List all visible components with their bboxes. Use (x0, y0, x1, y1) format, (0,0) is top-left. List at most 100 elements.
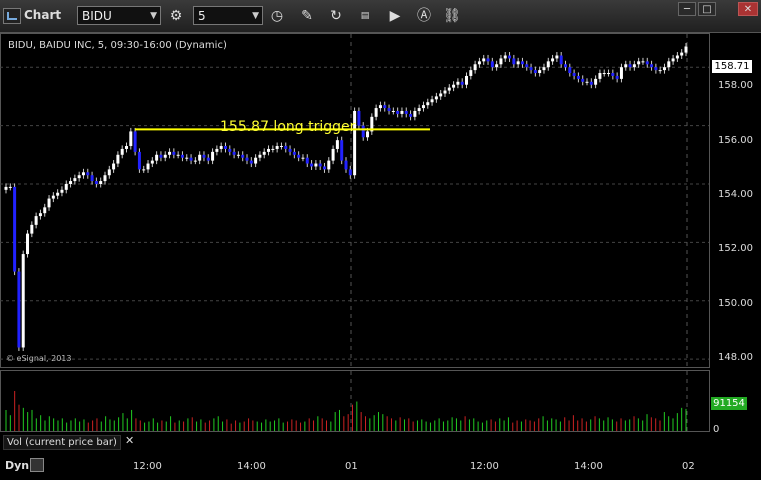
candle-body (292, 151, 296, 155)
candle-body (542, 67, 546, 71)
candle-body (572, 73, 576, 76)
annotation-text[interactable]: 155.87 long trigger (220, 119, 355, 135)
candle-body (284, 146, 288, 149)
candle-body (155, 154, 159, 161)
copyright-text: © eSignal, 2013 (6, 354, 72, 363)
volume-study-label[interactable]: Vol (current price bar) (3, 435, 121, 450)
candle-body (112, 163, 116, 170)
candle-body (344, 160, 348, 170)
candle-body (159, 154, 163, 158)
candle-body (202, 154, 206, 158)
candle-body (598, 73, 602, 79)
candle-body (245, 157, 249, 161)
candle-body (301, 157, 305, 159)
candle-body (271, 148, 275, 150)
candle-body (443, 90, 447, 94)
candle-body (456, 81, 460, 85)
candle-body (56, 192, 60, 196)
candle-body (8, 186, 12, 188)
candle-body (430, 99, 434, 103)
candle-body (667, 61, 671, 68)
candle-body (477, 61, 481, 65)
candle-body (383, 105, 387, 109)
candle-body (520, 61, 524, 65)
candle-body (340, 140, 344, 161)
snapshot-icon[interactable] (30, 458, 44, 472)
candle-body (327, 160, 331, 170)
candle-body (482, 58, 486, 62)
candle-body (516, 61, 520, 65)
candle-body (594, 78, 598, 85)
candle-body (396, 110, 400, 114)
candle-body (180, 154, 184, 158)
candle-body (4, 186, 8, 190)
candle-body (142, 169, 146, 171)
candle-body (331, 148, 335, 161)
candle-body (185, 157, 189, 159)
candle-body (675, 55, 679, 59)
candle-body (404, 110, 408, 114)
candle-body (654, 67, 658, 71)
candle-body (318, 163, 322, 167)
price-axis[interactable]: 158.00 156.00 154.00 152.00 150.00 148.0… (710, 33, 761, 368)
candle-body (426, 102, 430, 106)
candle-body (120, 148, 124, 155)
price-tick: 158.00 (718, 80, 753, 91)
candle-body (439, 93, 443, 97)
candle-body (503, 55, 507, 59)
candle-body (262, 151, 266, 155)
time-tick: 01 (345, 461, 358, 472)
dynamic-mode-label[interactable]: Dyn (5, 459, 29, 472)
candle-body (17, 271, 21, 348)
candle-body (125, 146, 129, 149)
candle-body (551, 58, 555, 62)
candle-body (51, 195, 55, 199)
candle-body (21, 254, 25, 348)
candle-body (452, 84, 456, 88)
candle-body (172, 151, 176, 155)
candle-body (533, 70, 537, 74)
candle-body (447, 87, 451, 91)
time-axis[interactable]: 12:00 14:00 01 12:00 14:00 02 (0, 456, 761, 480)
candle-body (361, 125, 365, 138)
candle-body (267, 148, 271, 152)
candle-body (525, 64, 529, 68)
candle-body (297, 154, 301, 158)
candle-body (684, 46, 688, 53)
candle-body (391, 110, 395, 112)
candle-body (223, 146, 227, 149)
candle-body (176, 154, 180, 156)
candle-body (73, 178, 77, 182)
candle-body (529, 67, 533, 71)
candle-body (193, 160, 197, 162)
price-tick: 154.00 (718, 189, 753, 200)
chart-header-label: BIDU, BAIDU INC, 5, 09:30-16:00 (Dynamic… (8, 40, 227, 51)
candle-body (86, 172, 90, 176)
candle-body (81, 172, 85, 176)
candle-body (30, 224, 34, 234)
candle-body (38, 213, 42, 217)
candle-body (107, 169, 111, 176)
candle-body (421, 105, 425, 109)
candle-body (232, 151, 236, 155)
candle-body (671, 58, 675, 62)
time-tick: 12:00 (470, 461, 499, 472)
candle-body (43, 207, 47, 214)
volume-zero-tick: 0 (713, 424, 720, 435)
candle-body (64, 183, 68, 190)
candle-body (314, 163, 318, 167)
candle-body (378, 105, 382, 109)
candle-body (637, 61, 641, 65)
candle-body (619, 67, 623, 79)
candle-body (60, 189, 64, 193)
candle-body (236, 154, 240, 156)
price-tick: 150.00 (718, 298, 753, 309)
candle-body (512, 58, 516, 65)
candle-body (538, 70, 542, 74)
candle-body (611, 73, 615, 76)
candle-body (680, 52, 684, 56)
close-icon[interactable]: ✕ (125, 434, 134, 447)
candle-body (241, 154, 245, 158)
candle-body (632, 64, 636, 68)
candle-body (417, 108, 421, 111)
